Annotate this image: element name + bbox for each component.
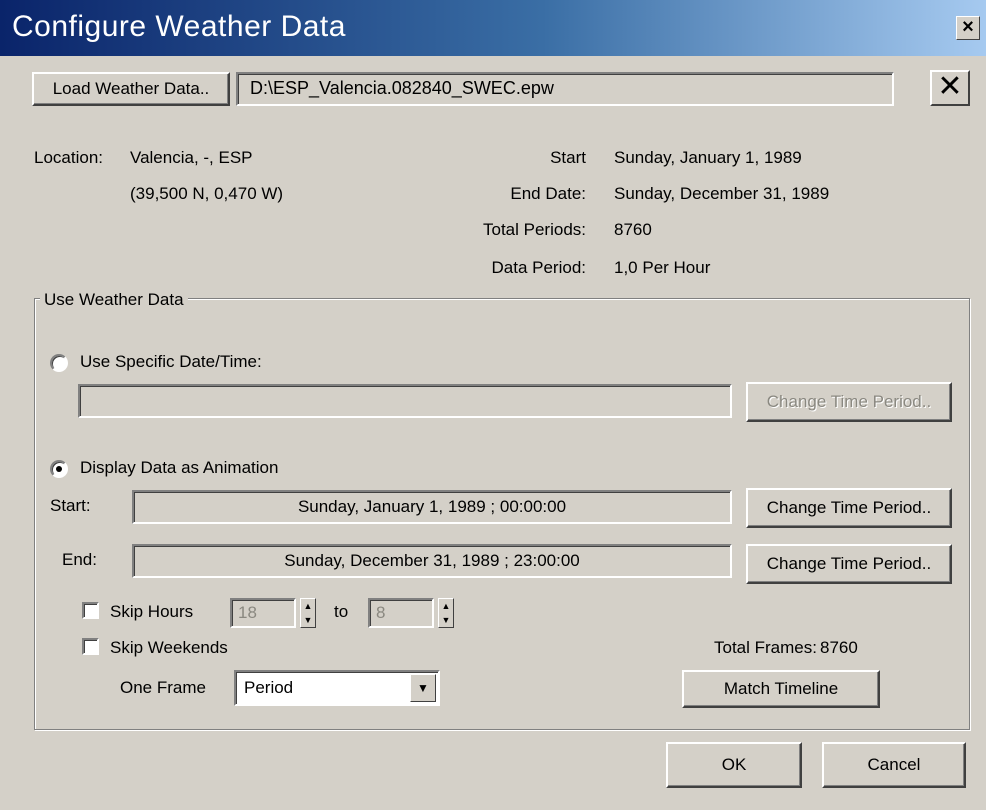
skip-hours-from-input[interactable]: 18 xyxy=(230,598,296,628)
skip-hours-checkbox[interactable] xyxy=(82,602,99,619)
group-title: Use Weather Data xyxy=(40,290,188,310)
animation-start-label: Start: xyxy=(50,496,91,515)
end-date-value: Sunday, December 31, 1989 xyxy=(614,184,830,203)
skip-hours-label: Skip Hours xyxy=(110,602,194,621)
display-animation-label: Display Data as Animation xyxy=(80,458,279,477)
display-animation-radio[interactable] xyxy=(50,460,68,478)
animation-end-field: Sunday, December 31, 1989 ; 23:00:00 xyxy=(132,544,732,578)
title-bar: Configure Weather Data × xyxy=(0,0,986,56)
weather-file-path-field: D:\ESP_Valencia.082840_SWEC.epw xyxy=(236,72,894,106)
spinner-down-icon[interactable]: ▼ xyxy=(301,613,315,627)
skip-weekends-checkbox[interactable] xyxy=(82,638,99,655)
data-period-label: Data Period: xyxy=(491,258,587,277)
spinner-up-icon[interactable]: ▲ xyxy=(439,599,453,613)
load-weather-data-button[interactable]: Load Weather Data.. xyxy=(32,72,230,106)
start-label: Start xyxy=(550,148,586,167)
data-period-value: 1,0 Per Hour xyxy=(614,258,711,277)
radio-selected-dot xyxy=(56,466,62,472)
use-specific-radio[interactable] xyxy=(50,354,68,372)
location-label: Location: xyxy=(34,148,103,167)
skip-hours-to-spinner[interactable]: ▲ ▼ xyxy=(438,598,454,628)
spinner-down-icon[interactable]: ▼ xyxy=(439,613,453,627)
total-frames-value: 8760 xyxy=(820,638,858,657)
one-frame-label: One Frame xyxy=(120,678,206,697)
use-specific-label: Use Specific Date/Time: xyxy=(80,352,262,371)
location-value: Valencia, -, ESP xyxy=(130,148,253,167)
skip-weekends-label: Skip Weekends xyxy=(110,638,228,657)
animation-end-label: End: xyxy=(62,550,97,569)
skip-to-label: to xyxy=(334,602,349,621)
ok-button[interactable]: OK xyxy=(666,742,802,788)
total-periods-label: Total Periods: xyxy=(483,220,586,239)
spinner-up-icon[interactable]: ▲ xyxy=(301,599,315,613)
start-value: Sunday, January 1, 1989 xyxy=(614,148,802,167)
total-periods-value: 8760 xyxy=(614,220,652,239)
window-close-button[interactable]: × xyxy=(956,16,980,40)
specific-change-time-period-button[interactable]: Change Time Period.. xyxy=(746,382,952,422)
cancel-button[interactable]: Cancel xyxy=(822,742,966,788)
end-change-time-period-button[interactable]: Change Time Period.. xyxy=(746,544,952,584)
one-frame-selected-value: Period xyxy=(244,678,294,697)
animation-start-field: Sunday, January 1, 1989 ; 00:00:00 xyxy=(132,490,732,524)
match-timeline-button[interactable]: Match Timeline xyxy=(682,670,880,708)
total-frames-label: Total Frames: xyxy=(714,638,817,657)
specific-datetime-field xyxy=(78,384,732,418)
coordinates-value: (39,500 N, 0,470 W) xyxy=(130,184,284,203)
skip-hours-from-spinner[interactable]: ▲ ▼ xyxy=(300,598,316,628)
start-change-time-period-button[interactable]: Change Time Period.. xyxy=(746,488,952,528)
window-title: Configure Weather Data xyxy=(12,10,346,43)
one-frame-select[interactable]: Period ▼ xyxy=(234,670,440,706)
chevron-down-icon[interactable]: ▼ xyxy=(410,674,436,702)
end-date-label: End Date: xyxy=(510,184,586,203)
skip-hours-to-input[interactable]: 8 xyxy=(368,598,434,628)
clear-file-button[interactable]: ✕ xyxy=(930,70,970,106)
